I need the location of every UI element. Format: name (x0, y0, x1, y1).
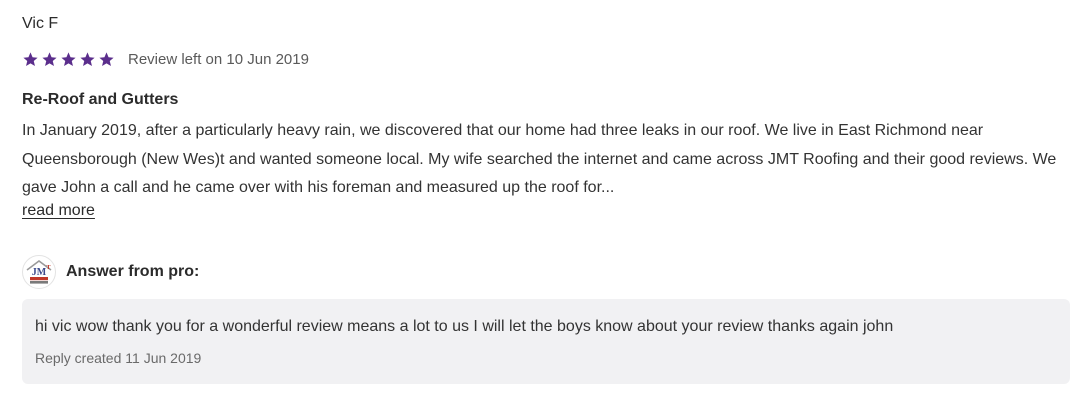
svg-text:JM: JM (32, 267, 47, 278)
star-rating (22, 51, 115, 68)
reply-text: hi vic wow thank you for a wonderful rev… (35, 318, 894, 335)
rating-row: Review left on 10 Jun 2019 (22, 48, 309, 70)
answer-label: Answer from pro: (66, 263, 200, 280)
reply-date: Reply created 11 Jun 2019 (35, 350, 202, 366)
reviewer-name: Vic F (22, 15, 59, 32)
pro-logo-icon: JM T (22, 255, 56, 289)
review-body: In January 2019, after a particularly he… (22, 122, 1057, 196)
star-icon (98, 51, 115, 68)
svg-text:T: T (46, 265, 50, 271)
review-date: Review left on 10 Jun 2019 (128, 50, 309, 68)
read-more-link[interactable]: read more (22, 202, 95, 220)
pro-reply-box: hi vic wow thank you for a wonderful rev… (22, 299, 1070, 384)
star-icon (41, 51, 58, 68)
star-icon (79, 51, 96, 68)
review-title: Re-Roof and Gutters (22, 91, 179, 108)
star-icon (22, 51, 39, 68)
star-icon (60, 51, 77, 68)
answer-header: JM T Answer from pro: (22, 255, 199, 289)
